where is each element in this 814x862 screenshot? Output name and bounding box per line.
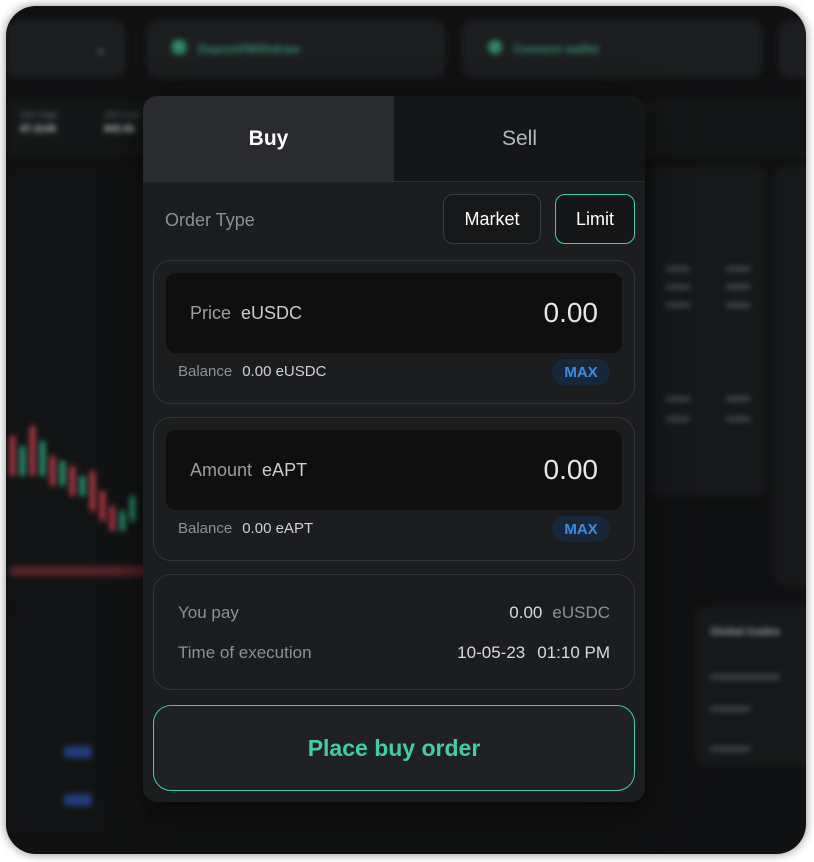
orderbook-panel [646, 166, 766, 496]
orderbook-row [726, 284, 750, 290]
price-balance-value: 0.00 eUSDC [242, 363, 327, 380]
connect-wallet-label: Connect wallet [514, 42, 599, 56]
market-order-button[interactable]: Market [443, 194, 541, 244]
orderbook-row [666, 396, 690, 402]
orderbook-row [666, 302, 690, 308]
limit-order-button[interactable]: Limit [555, 194, 635, 244]
price-unit: eUSDC [241, 303, 303, 323]
order-tag [64, 746, 92, 758]
side-tabs: Buy Sell [143, 96, 645, 181]
you-pay-value: 0.00 eUSDC [509, 603, 610, 622]
candlestick-chart [10, 426, 150, 576]
market-selector: ⌄ [6, 20, 126, 78]
order-type-label: Order Type [165, 210, 255, 230]
stat-high: 24H High 97.3145 [20, 110, 58, 135]
price-input-box[interactable]: Price eUSDC [166, 273, 622, 353]
amount-unit: eAPT [262, 460, 308, 480]
amount-card: AmounteAPT Balance0.00 eAPT MAX [153, 417, 635, 561]
place-buy-order-button[interactable]: Place buy order [153, 705, 635, 791]
execution-time-value: 10-05-23 01:10 PM [457, 643, 610, 662]
price-balance: Balance 0.00 eUSDC [178, 363, 327, 380]
deposit-withdraw-button: Deposit/Withdraw [146, 20, 446, 78]
amount-max-button[interactable]: MAX [552, 516, 610, 542]
chevron-down-icon: ⌄ [96, 42, 107, 56]
amount-input[interactable] [398, 454, 598, 486]
orderbook-row [726, 396, 750, 402]
you-pay-row: You pay 0.00 eUSDC [178, 603, 610, 623]
execution-time-row: Time of execution 10-05-23 01:10 PM [178, 643, 610, 663]
amount-label: Amount eAPT [190, 460, 308, 480]
connect-wallet-button: Connect wallet [462, 20, 762, 78]
trade-row [710, 746, 750, 752]
wallet-icon [488, 40, 502, 54]
transfer-icon [172, 40, 186, 54]
tab-buy[interactable]: Buy [143, 96, 394, 181]
orders-panel [6, 606, 146, 836]
orderbook-row [666, 416, 690, 422]
amount-input-box[interactable]: Amount eAPT [166, 430, 622, 510]
amount-balance: Balance 0.00 eAPT [178, 520, 314, 537]
side-panel [774, 166, 806, 586]
price-card: PriceeUSDC Balance0.00 eUSDC MAX [153, 260, 635, 404]
orderbook-row [726, 266, 750, 272]
price-label: Price eUSDC [190, 303, 303, 323]
trade-row [710, 706, 750, 712]
trade-row [710, 674, 780, 680]
execution-time-label: Time of execution [178, 643, 312, 662]
order-tag [64, 794, 92, 806]
orderbook-row [726, 302, 750, 308]
tab-sell[interactable]: Sell [394, 96, 645, 181]
price-input[interactable] [398, 297, 598, 329]
order-summary: You pay 0.00 eUSDC Time of execution 10-0… [153, 574, 635, 690]
tabs-divider [143, 181, 645, 182]
orderbook-row [726, 416, 750, 422]
price-max-button[interactable]: MAX [552, 359, 610, 385]
orderbook-row [666, 266, 690, 272]
stat-low: 24H Low 945.95 [104, 110, 140, 135]
orderbook-row [666, 284, 690, 290]
amount-balance-value: 0.00 eAPT [242, 520, 314, 537]
deposit-withdraw-label: Deposit/Withdraw [198, 42, 300, 56]
extra-button [778, 20, 806, 78]
you-pay-label: You pay [178, 603, 239, 622]
global-trades-panel: Global trades [696, 606, 806, 766]
chart-panel [6, 166, 156, 606]
global-trades-title: Global trades [710, 626, 781, 638]
order-modal: Buy Sell Order Type Market Limit Price eU… [143, 96, 645, 802]
